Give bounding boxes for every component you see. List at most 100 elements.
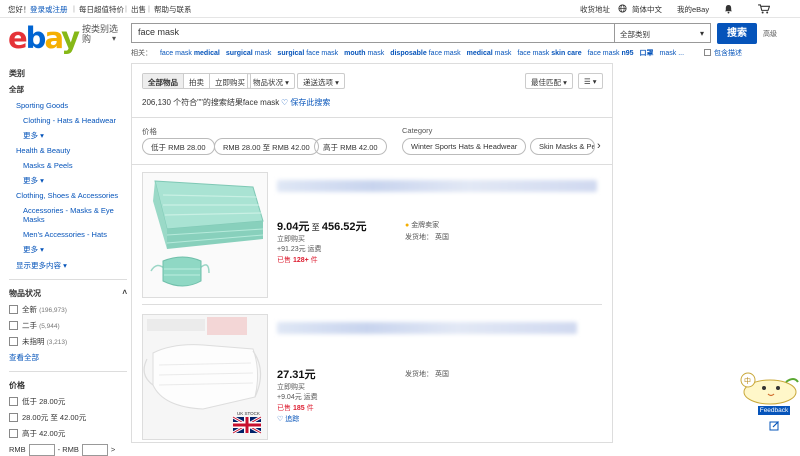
sidebar-item-category[interactable]: Men's Accessories - Hats — [9, 230, 127, 239]
related-search-link[interactable]: mask ... — [660, 50, 685, 57]
sidebar-item-category[interactable]: 更多 ▾ — [9, 176, 127, 185]
tab-all-items[interactable]: 全部物品 — [143, 74, 184, 88]
condition-filter-row[interactable]: 二手 (5,944) — [9, 320, 127, 331]
results-panel: 全部物品 拍卖 立即购买 物品状况 ▾ 递送选项 ▾ 最佳匹配 ▾ ☰ ▾ 20… — [131, 63, 613, 443]
sort-dropdown[interactable]: 最佳匹配 ▾ — [525, 73, 573, 89]
related-searches: 相关： face mask medical surgical mask surgic… — [131, 48, 751, 58]
signin-link[interactable]: 登录或注册 — [30, 4, 68, 15]
related-search-link[interactable]: 口罩 — [640, 50, 654, 57]
medal-icon: ● — [405, 222, 410, 229]
price-facet-label: 价格 — [142, 127, 157, 136]
item-price: 27.31元 — [277, 369, 316, 381]
sidebar-item-category[interactable]: Clothing, Shoes & Accessories — [9, 191, 127, 200]
search-button[interactable]: 搜索 — [717, 23, 757, 44]
sidebar-item-category[interactable]: Masks & Peels — [9, 161, 127, 170]
related-search-link[interactable]: face mask n95 — [588, 50, 634, 57]
price-filter-row[interactable]: 高于 42.00元 — [9, 428, 127, 439]
related-search-link[interactable]: mouth mask — [344, 50, 384, 57]
daily-deals-link[interactable]: 每日超值特价 — [79, 4, 124, 15]
related-search-link[interactable]: disposable face mask — [390, 50, 460, 57]
shop-by-category-button[interactable]: 按类别选购 ▾ — [82, 24, 122, 44]
top-utility-bar: 您好！ 登录或注册 | 每日超值特价 | 出售 | 帮助与联系 收货地址 简体中… — [0, 0, 800, 18]
tab-auction[interactable]: 拍卖 — [184, 74, 210, 88]
price-go-button[interactable]: > — [111, 445, 115, 454]
related-search-link[interactable]: face mask medical — [160, 50, 220, 57]
category-all[interactable]: 全部 — [9, 84, 127, 95]
see-all-link[interactable]: 查看全部 — [9, 352, 127, 363]
price-filter-row[interactable]: 28.00元 至 42.00元 — [9, 412, 127, 423]
condition-heading: 物品状况 — [9, 289, 41, 298]
category-pill-winter[interactable]: Winter Sports Hats & Headwear — [402, 138, 527, 155]
chevron-right-icon[interactable]: › — [597, 140, 601, 152]
feedback-button[interactable]: Feedback — [758, 406, 790, 415]
related-search-link[interactable]: surgical face mask — [277, 50, 338, 57]
condition-dropdown[interactable]: 物品状况 ▾ — [247, 73, 295, 89]
related-search-link[interactable]: medical mask — [467, 50, 512, 57]
list-item[interactable]: 9.04元 至 456.52元 立即购买 +91.23元 运费 已售 128+ … — [142, 172, 602, 302]
search-input[interactable]: face mask — [131, 23, 615, 43]
related-label: 相关： — [131, 50, 152, 57]
price-pill-mid[interactable]: RMB 28.00 至 RMB 42.00 — [214, 138, 319, 155]
mascot-sticker-icon: 中 — [734, 368, 800, 410]
edit-icon[interactable] — [769, 420, 780, 433]
sidebar-item-category[interactable]: 更多 ▾ — [9, 131, 127, 140]
my-ebay-link[interactable]: 我的eBay — [677, 4, 709, 15]
language-select[interactable]: 简体中文 — [632, 4, 662, 15]
buy-now-label: 立即购买 — [277, 236, 305, 243]
item-title[interactable] — [277, 180, 597, 192]
sidebar-item-category[interactable]: 更多 ▾ — [9, 245, 127, 254]
condition-checkbox[interactable] — [9, 337, 18, 346]
price-filter-row[interactable]: 低于 28.00元 — [9, 396, 127, 407]
price-pill-high[interactable]: 高于 RMB 42.00 — [314, 138, 387, 155]
uk-flag-icon — [232, 415, 262, 435]
sidebar-item-category[interactable]: 显示更多内容 ▾ — [9, 260, 127, 271]
condition-filter-row[interactable]: 未指明 (3,213) — [9, 336, 127, 347]
svg-text:中: 中 — [744, 376, 751, 385]
sidebar-filters: 类别 全部 Sporting Goods Clothing - Hats & He… — [9, 68, 127, 456]
cart-icon[interactable] — [758, 4, 771, 16]
condition-filter-row[interactable]: 全新 (196,973) — [9, 304, 127, 315]
price-min-input[interactable] — [28, 444, 55, 456]
category-pill-skin[interactable]: Skin Masks & Pe — [530, 138, 595, 155]
bell-icon[interactable] — [724, 4, 733, 16]
advanced-search-link[interactable]: 高级 — [763, 29, 777, 39]
price-checkbox[interactable] — [9, 397, 18, 406]
ship-to-link[interactable]: 收货地址 — [580, 4, 610, 15]
condition-checkbox[interactable] — [9, 305, 18, 314]
sidebar-item-category[interactable]: Accessories - Masks & Eye Masks — [9, 206, 127, 224]
save-search-link[interactable]: ♡ 保存此搜索 — [281, 97, 330, 108]
shipping-dropdown[interactable]: 递送选项 ▾ — [297, 73, 345, 89]
category-heading: 类别 — [9, 69, 25, 78]
item-image[interactable] — [142, 172, 268, 298]
item-image[interactable]: UK STOCK — [142, 314, 268, 440]
tab-buy-now[interactable]: 立即购买 — [210, 74, 250, 88]
top-rated-badge: ● 金牌卖家 — [405, 222, 440, 229]
help-link[interactable]: 帮助与联系 — [154, 4, 192, 15]
globe-icon[interactable] — [618, 4, 627, 15]
category-select[interactable]: 全部类别 ▾ — [615, 23, 711, 43]
item-title[interactable] — [277, 322, 577, 334]
price-pill-low[interactable]: 低于 RMB 28.00 — [142, 138, 215, 155]
price-max-input[interactable] — [81, 444, 108, 456]
watch-link[interactable]: ♡ 追踪 — [277, 414, 299, 424]
chevron-up-icon[interactable]: ˄ — [122, 288, 127, 297]
sell-link[interactable]: 出售 — [131, 4, 146, 15]
price-checkbox[interactable] — [9, 429, 18, 438]
include-description-label: 包含描述 — [714, 50, 742, 57]
condition-checkbox[interactable] — [9, 321, 18, 330]
heart-icon: ♡ — [281, 98, 289, 107]
sidebar-item-category[interactable]: Sporting Goods — [9, 101, 127, 110]
sidebar-item-category[interactable]: Clothing - Hats & Headwear — [9, 116, 127, 125]
view-dropdown[interactable]: ☰ ▾ — [578, 73, 603, 89]
shipping-cost: +9.04元 运费 — [277, 394, 318, 401]
list-item[interactable]: UK STOCK 27.31元 立即购买 +9.04元 运费 已售 185 件 … — [142, 314, 602, 444]
item-price-max: 456.52元 — [321, 221, 367, 233]
ebay-logo[interactable]: ebay — [8, 21, 80, 55]
related-search-link[interactable]: face mask skin care — [517, 50, 581, 57]
price-checkbox[interactable] — [9, 413, 18, 422]
include-description-checkbox[interactable] — [704, 49, 711, 56]
sidebar-item-category[interactable]: Health & Beauty — [9, 146, 127, 155]
item-location: 发货地： 英国 — [405, 234, 449, 241]
item-price-min: 9.04元 — [277, 221, 310, 233]
related-search-link[interactable]: surgical mask — [226, 50, 272, 57]
